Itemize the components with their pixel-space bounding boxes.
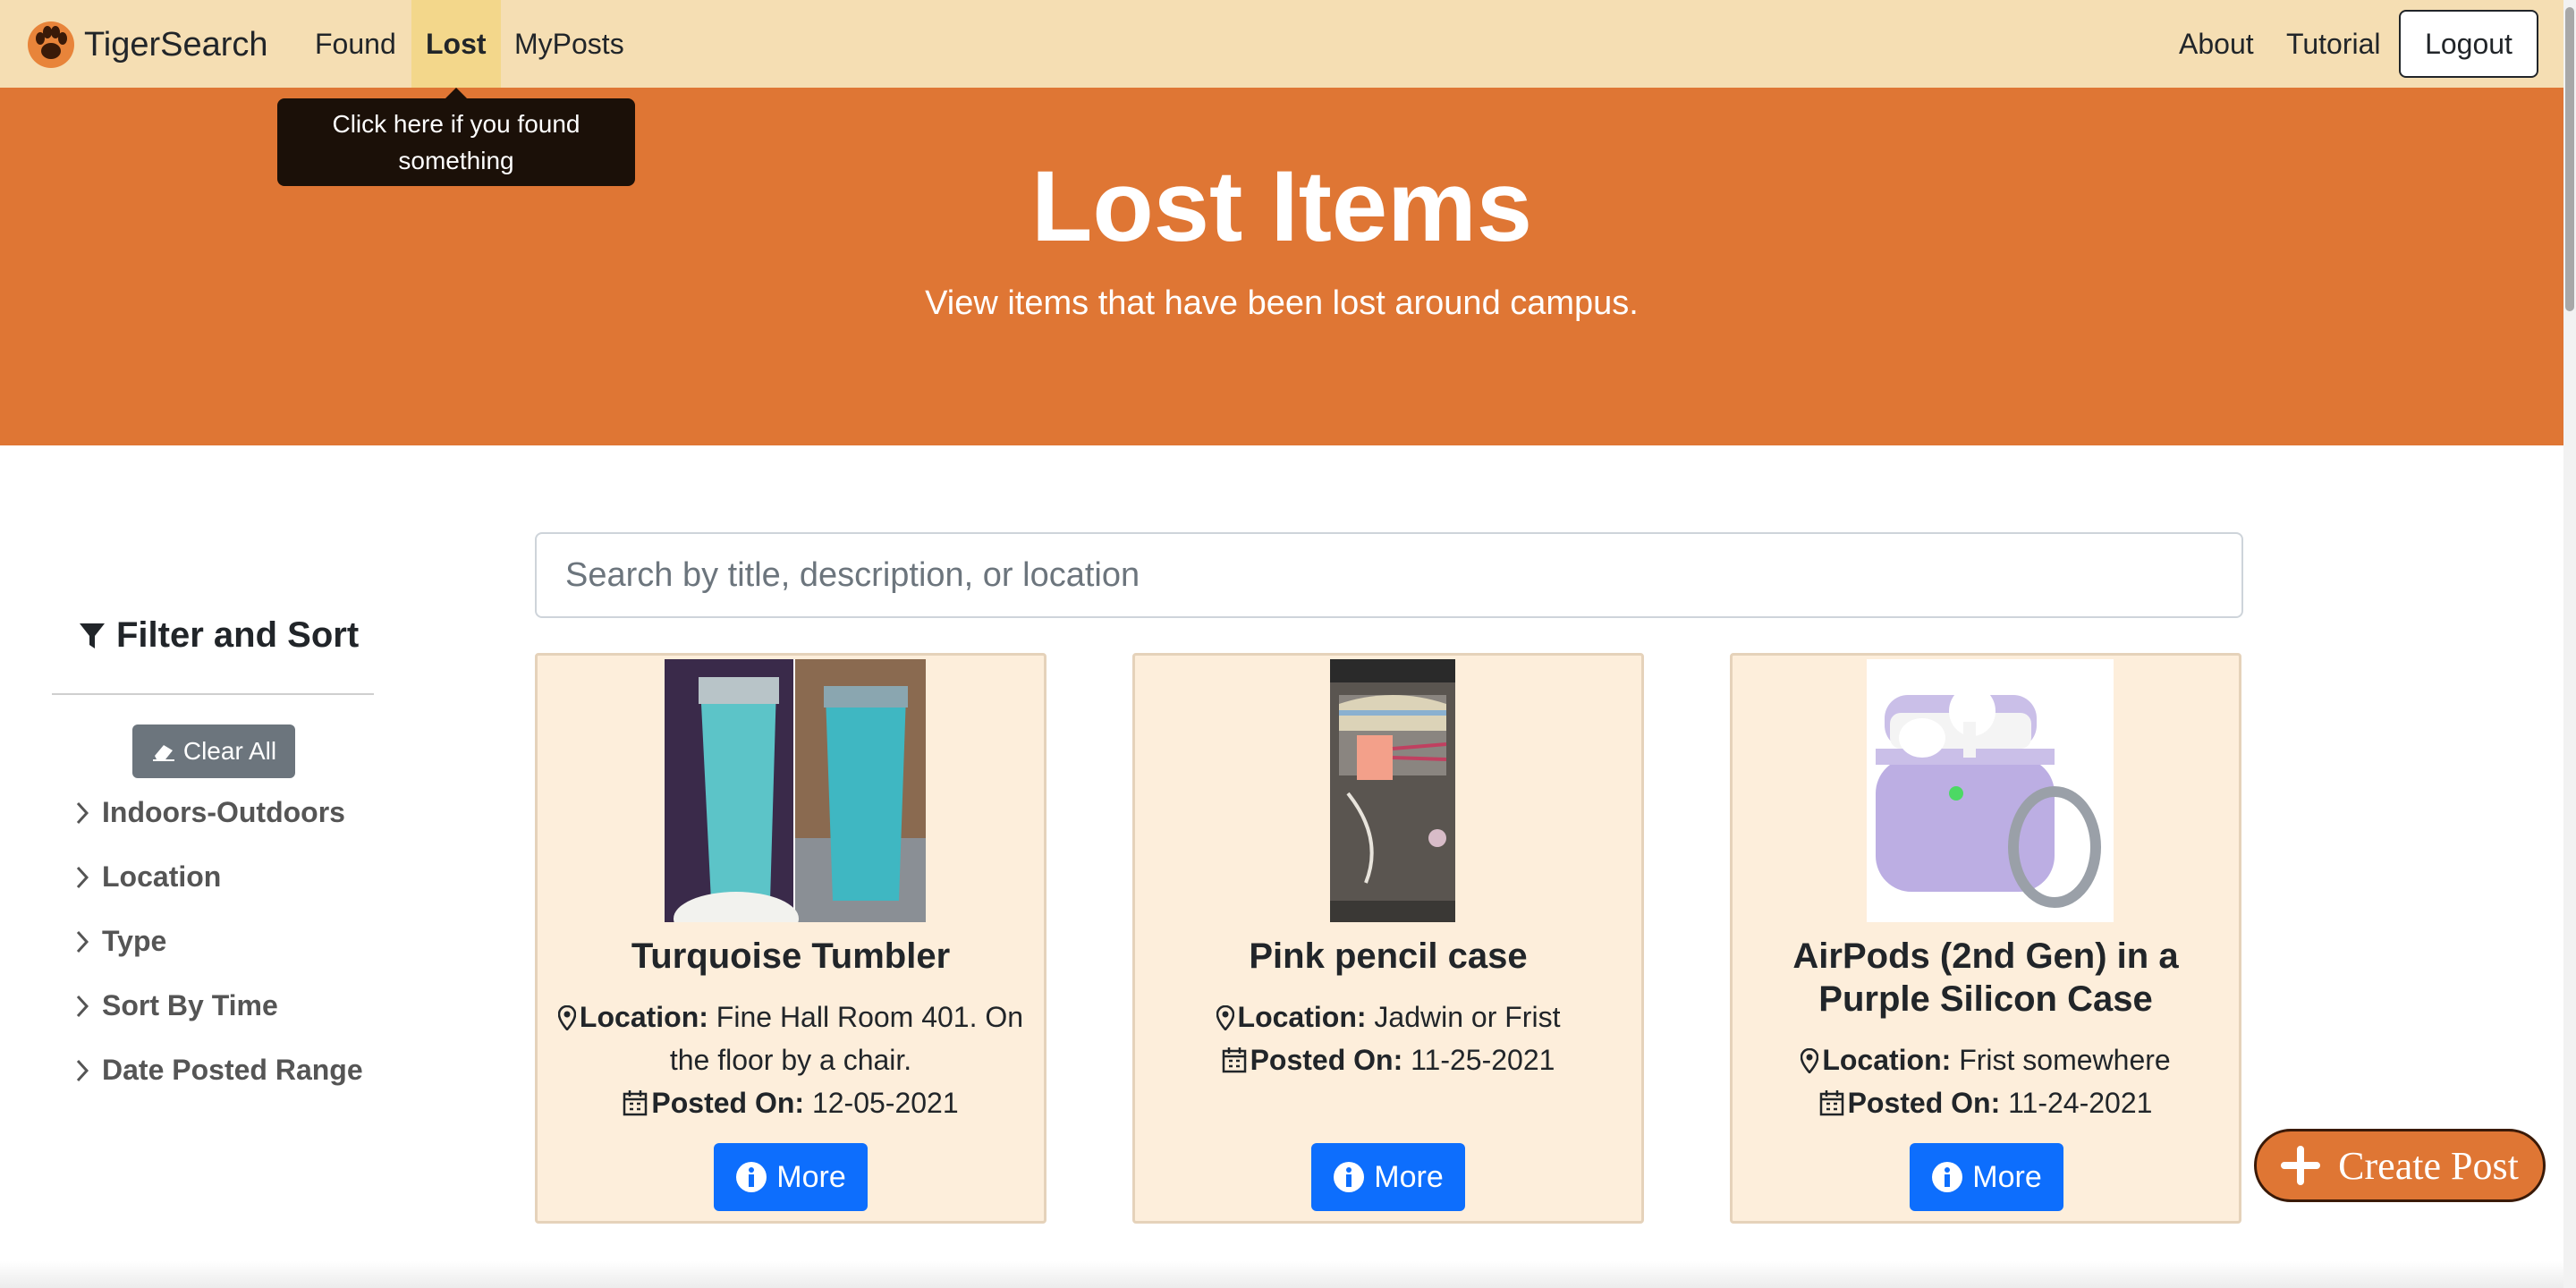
location-label: Location: [1237,1001,1367,1033]
nav-found[interactable]: Found [315,0,396,88]
filter-label: Type [102,925,167,957]
clear-all-button[interactable]: Clear All [132,724,295,778]
page-bottom-shadow [0,1261,2563,1288]
more-button[interactable]: More [1311,1143,1465,1211]
nav-about[interactable]: About [2179,0,2254,88]
clear-all-label: Clear All [182,737,277,765]
posted-label: Posted On: [1847,1087,2001,1119]
filter-indoors-outdoors[interactable]: Indoors-Outdoors [73,796,345,829]
plus-icon [2281,1146,2321,1185]
item-title: Pink pencil case [1249,936,1528,976]
filter-heading: Filter and Sort [79,615,359,656]
brand-name: TigerSearch [84,25,268,64]
calendar-icon [1819,1090,1843,1116]
filter-icon [80,623,105,648]
chevron-right-icon [76,930,89,953]
nav-myposts[interactable]: MyPosts [514,0,624,88]
item-posted: Posted On: 12-05-2021 [555,1081,1026,1124]
item-location: Location: Jadwin or Frist [1153,996,1623,1038]
tumbler-photo-icon [665,659,926,922]
location-value: Fine Hall Room 401. On the floor by a ch… [669,1001,1024,1076]
tooltip-arrow [445,88,467,98]
chevron-right-icon [76,1059,89,1081]
item-card: Pink pencil case Location: Jadwin or Fri… [1132,653,1644,1224]
posted-value: 11-24-2021 [2008,1087,2153,1119]
chevron-right-icon [76,801,89,824]
item-location: Location: Frist somewhere [1750,1038,2221,1081]
create-post-button[interactable]: Create Post [2254,1129,2546,1202]
logout-button[interactable]: Logout [2399,10,2538,78]
map-marker-icon [1801,1047,1819,1074]
navbar: TigerSearch Found Lost MyPosts About Tut… [0,0,2563,88]
location-value: Frist somewhere [1959,1044,2171,1076]
item-card: Turquoise Tumbler Location: Fine Hall Ro… [535,653,1046,1224]
info-circle-icon [736,1162,767,1192]
tooltip: Click here if you found something [277,98,635,186]
create-post-label: Create Post [2338,1143,2519,1188]
filter-type[interactable]: Type [73,925,166,958]
item-title: Turquoise Tumbler [631,936,951,976]
filter-divider [52,693,374,695]
more-label: More [776,1159,846,1194]
item-location: Location: Fine Hall Room 401. On the flo… [555,996,1026,1081]
filter-label: Date Posted Range [102,1054,363,1086]
scrollbar-thumb[interactable] [2565,7,2574,311]
nav-lost[interactable]: Lost [411,0,501,88]
calendar-icon [623,1090,648,1116]
chevron-right-icon [76,866,89,888]
item-photo-pencil-case[interactable] [1330,659,1455,922]
info-circle-icon [1932,1162,1963,1192]
more-label: More [1374,1159,1444,1194]
chevron-right-icon [76,995,89,1017]
posted-label: Posted On: [1250,1044,1403,1076]
airpods-photo-icon [1867,659,2114,922]
pencil-case-photo-icon [1330,659,1455,922]
search-input[interactable] [535,532,2243,618]
item-card: AirPods (2nd Gen) in a Purple Silicon Ca… [1730,653,2241,1224]
calendar-icon [1222,1047,1246,1073]
posted-value: 12-05-2021 [811,1087,959,1119]
item-title: AirPods (2nd Gen) in a Purple Silicon Ca… [1792,936,2179,1019]
item-posted: Posted On: 11-25-2021 [1153,1038,1623,1081]
map-marker-icon [1216,1004,1234,1031]
item-photo-airpods[interactable] [1867,659,2114,922]
filter-heading-text: Filter and Sort [116,615,360,655]
posted-value: 11-25-2021 [1411,1044,1555,1076]
more-label: More [1972,1159,2042,1194]
nav-tutorial[interactable]: Tutorial [2286,0,2381,88]
filter-label: Location [102,860,222,893]
more-button[interactable]: More [714,1143,868,1211]
page-subtitle: View items that have been lost around ca… [925,284,1639,322]
filter-label: Sort By Time [102,989,278,1021]
info-circle-icon [1334,1162,1365,1192]
paw-logo-icon [28,21,74,68]
item-photo-tumbler[interactable] [665,659,926,922]
location-value: Jadwin or Frist [1374,1001,1561,1033]
filter-label: Indoors-Outdoors [102,796,345,828]
filter-sort-by-time[interactable]: Sort By Time [73,989,278,1022]
location-label: Location: [1822,1044,1952,1076]
location-label: Location: [579,1001,708,1033]
more-button[interactable]: More [1910,1143,2063,1211]
brand-link[interactable]: TigerSearch [27,20,268,70]
filter-date-posted-range[interactable]: Date Posted Range [73,1054,363,1087]
eraser-icon [152,745,174,761]
filter-location[interactable]: Location [73,860,221,894]
posted-label: Posted On: [651,1087,805,1119]
item-posted: Posted On: 11-24-2021 [1750,1081,2221,1124]
map-marker-icon [557,1004,577,1031]
